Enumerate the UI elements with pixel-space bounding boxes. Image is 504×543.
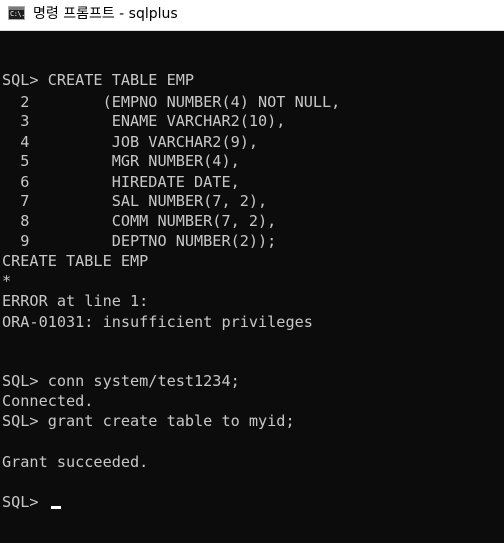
cmd-icon[interactable]: C:\. bbox=[8, 6, 25, 20]
console-line: SQL> conn system/test1234; bbox=[2, 372, 240, 390]
console-line: SQL> grant create table to myid; bbox=[2, 412, 295, 430]
console-line: 4 JOB VARCHAR2(9), bbox=[2, 133, 259, 151]
console-line: 3 ENAME VARCHAR2(10), bbox=[2, 112, 286, 130]
console-line: 8 COMM NUMBER(7, 2), bbox=[2, 212, 277, 230]
console-line: 2 (EMPNO NUMBER(4) NOT NULL, bbox=[2, 93, 341, 111]
title-bar[interactable]: C:\. 명령 프롬프트 - sqlplus bbox=[0, 0, 504, 31]
window-title: 명령 프롬프트 - sqlplus bbox=[33, 6, 178, 22]
console-line: 6 HIREDATE DATE, bbox=[2, 173, 240, 191]
console-line: SQL> CREATE TABLE EMP bbox=[2, 71, 195, 89]
console-line: * bbox=[2, 272, 12, 290]
console-line: 9 DEPTNO NUMBER(2)); bbox=[2, 232, 277, 250]
cmd-icon-text: C:\. bbox=[10, 10, 25, 18]
console-output[interactable]: SQL> CREATE TABLE EMP 2 (EMPNO NUMBER(4)… bbox=[0, 31, 504, 543]
command-prompt-window: C:\. 명령 프롬프트 - sqlplus SQL> CREATE TABLE… bbox=[0, 0, 504, 543]
sql-prompt[interactable]: SQL> bbox=[2, 492, 48, 512]
console-line: 7 SAL NUMBER(7, 2), bbox=[2, 192, 268, 210]
console-line: CREATE TABLE EMP bbox=[2, 252, 149, 270]
status-line: Connected. bbox=[2, 392, 94, 410]
console-line: 5 MGR NUMBER(4), bbox=[2, 152, 240, 170]
status-line: Grant succeeded. bbox=[2, 453, 149, 471]
error-message: ORA-01031: insufficient privileges bbox=[2, 313, 313, 331]
text-cursor bbox=[51, 506, 61, 509]
error-line: ERROR at line 1: bbox=[2, 292, 149, 310]
